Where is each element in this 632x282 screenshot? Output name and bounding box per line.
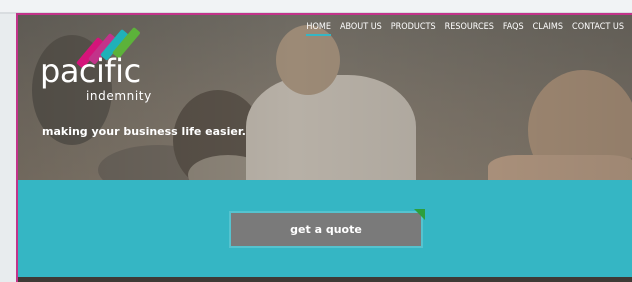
get-quote-button[interactable]: get a quote: [231, 213, 421, 246]
nav-item-home[interactable]: HOME: [306, 22, 331, 36]
top-strip: [0, 0, 632, 14]
footer-photo-strip: [18, 277, 632, 282]
nav-item-about-us[interactable]: ABOUT US: [340, 22, 382, 36]
logo-subtitle: indemnity: [86, 89, 152, 103]
cta-band: get a quote: [18, 180, 632, 277]
nav-item-products[interactable]: PRODUCTS: [391, 22, 436, 36]
nav-item-claims[interactable]: CLAIMS: [533, 22, 563, 36]
site-frame: pacific indemnity HOME ABOUT US PRODUCTS…: [16, 13, 632, 282]
nav-item-contact-us[interactable]: CONTACT US: [572, 22, 624, 36]
hero-tagline: making your business life easier.: [42, 125, 246, 138]
hero-section: pacific indemnity HOME ABOUT US PRODUCTS…: [18, 15, 632, 180]
site-logo[interactable]: pacific indemnity: [40, 23, 160, 105]
nav-item-resources[interactable]: RESOURCES: [445, 22, 494, 36]
logo-wordmark: pacific: [40, 52, 141, 90]
get-quote-button-frame: get a quote: [231, 209, 425, 246]
main-nav: HOME ABOUT US PRODUCTS RESOURCES FAQS CL…: [306, 22, 624, 36]
nav-item-faqs[interactable]: FAQS: [503, 22, 524, 36]
